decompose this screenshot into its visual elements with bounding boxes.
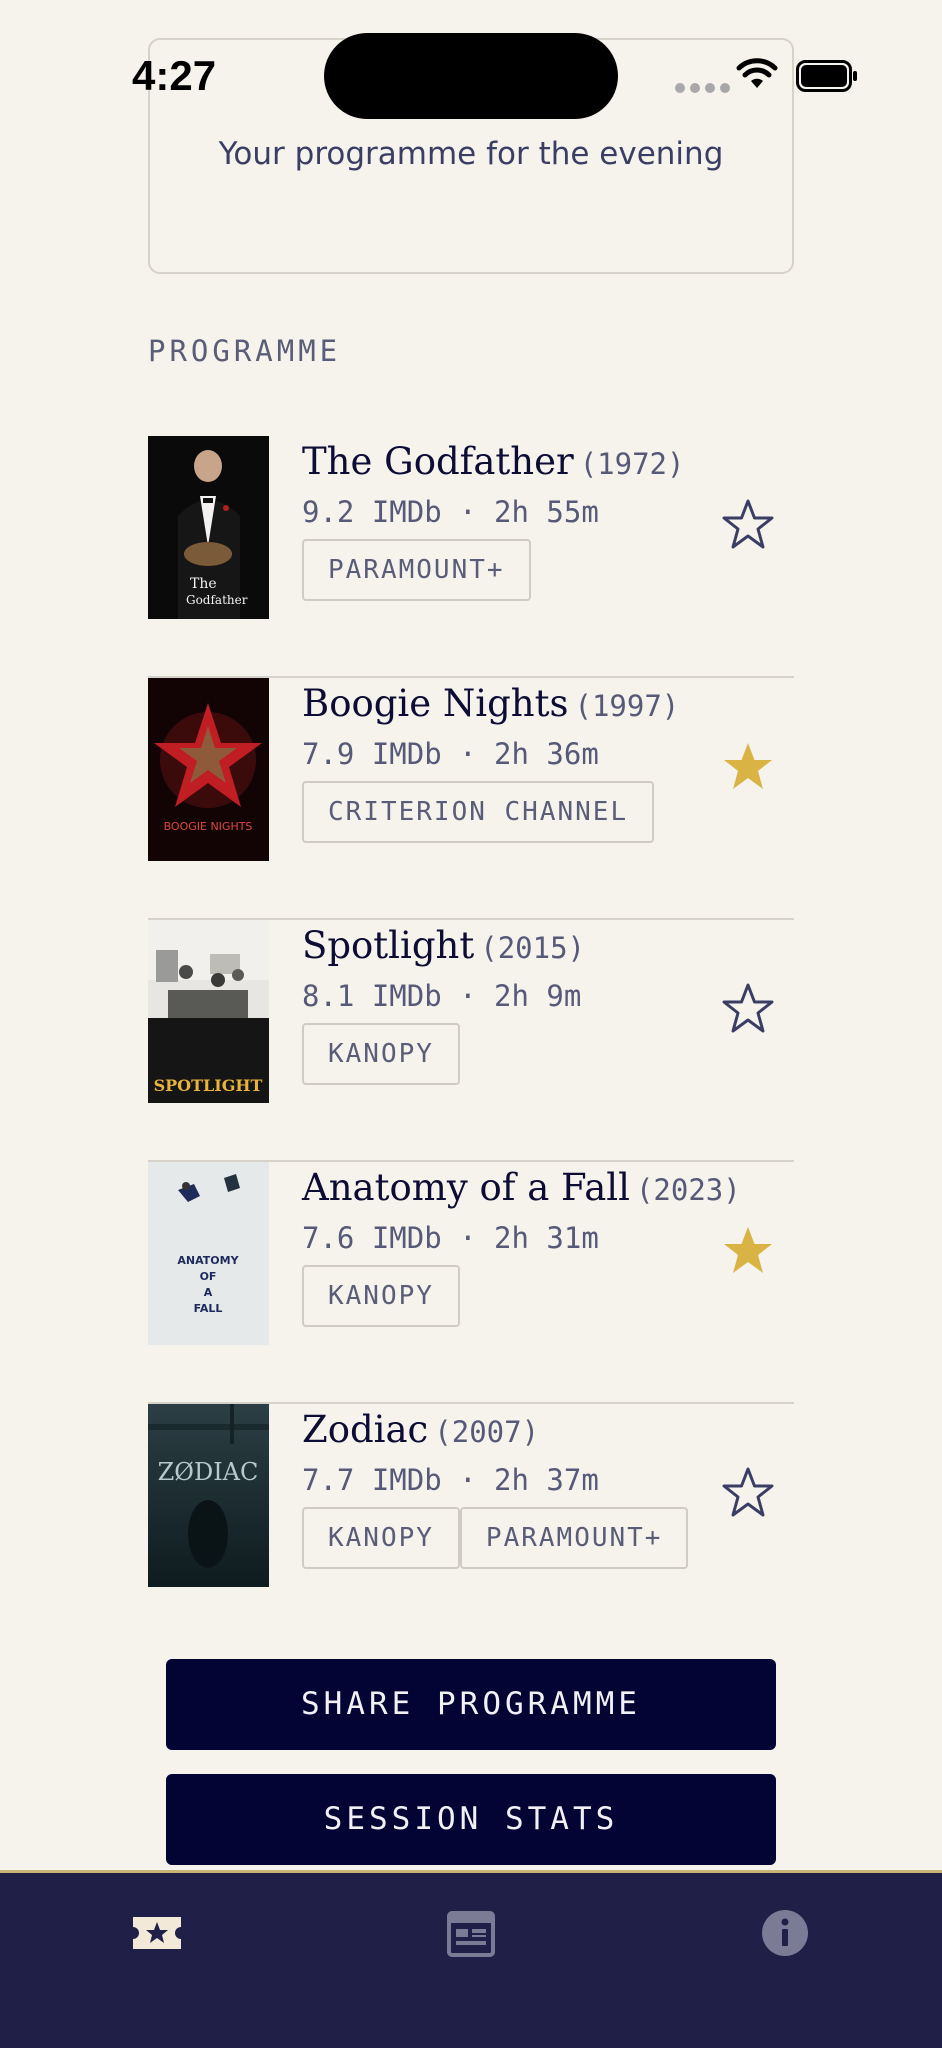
svg-text:ANATOMY: ANATOMY	[177, 1254, 239, 1267]
poster-zodiac: ZØDIAC	[148, 1404, 269, 1587]
header-subtitle: Your programme for the evening	[218, 136, 724, 172]
film-title: Boogie Nights	[302, 682, 569, 725]
film-row[interactable]: ANATOMY OF A FALL Anatomy of a Fall (2023…	[148, 1162, 794, 1404]
film-info: Boogie Nights (1997) 7.9 IMDb · 2h 36m CR…	[302, 682, 679, 843]
section-label: PROGRAMME	[148, 334, 342, 368]
film-info: Spotlight (2015) 8.1 IMDb · 2h 9m KANOPY	[302, 924, 585, 1085]
tab-bar	[0, 1870, 942, 2048]
info-icon[interactable]	[755, 1903, 815, 1963]
wifi-icon	[736, 58, 778, 88]
calendar-icon[interactable]	[441, 1903, 501, 1963]
status-time: 4:27	[132, 52, 217, 99]
star-filled-icon[interactable]	[720, 740, 776, 796]
svg-text:Godfather: Godfather	[186, 593, 248, 607]
film-meta: 9.2 IMDb · 2h 55m	[302, 495, 599, 529]
streaming-tag[interactable]: KANOPY	[302, 1265, 460, 1327]
streaming-tag[interactable]: PARAMOUNT+	[459, 1507, 689, 1569]
film-info: The Godfather (1972) 9.2 IMDb · 2h 55m PA…	[302, 440, 684, 601]
film-meta: 8.1 IMDb · 2h 9m	[302, 979, 582, 1013]
svg-text:FALL: FALL	[194, 1302, 223, 1315]
film-year: (2015)	[480, 931, 585, 965]
film-title: Zodiac	[302, 1408, 429, 1451]
share-programme-button[interactable]: SHARE PROGRAMME	[166, 1659, 776, 1750]
poster-anatomy-of-a-fall: ANATOMY OF A FALL	[148, 1162, 269, 1345]
film-year: (1997)	[574, 689, 680, 723]
streaming-tag[interactable]: KANOPY	[302, 1023, 460, 1085]
film-year: (2023)	[635, 1173, 741, 1207]
svg-text:The: The	[190, 576, 217, 592]
film-meta: 7.9 IMDb · 2h 36m	[302, 737, 599, 771]
status-bar: 4:27	[0, 0, 942, 119]
film-info: Zodiac (2007) 7.7 IMDb · 2h 37m KANOPY PA…	[302, 1408, 689, 1569]
poster-godfather: The Godfather	[148, 436, 269, 619]
streaming-tag[interactable]: KANOPY	[302, 1507, 460, 1569]
cellular-signal-icon	[675, 83, 730, 93]
film-row[interactable]: SPOTLIGHT Spotlight (2015) 8.1 IMDb · 2h …	[148, 920, 794, 1162]
session-stats-button[interactable]: SESSION STATS	[166, 1774, 776, 1865]
svg-text:OF: OF	[200, 1270, 217, 1283]
film-title: Anatomy of a Fall	[302, 1166, 630, 1209]
ticket-star-icon[interactable]	[127, 1903, 187, 1963]
battery-icon	[796, 60, 857, 92]
film-row[interactable]: ZØDIAC Zodiac (2007) 7.7 IMDb · 2h 37m KA…	[148, 1404, 794, 1646]
star-outline-icon[interactable]	[720, 498, 776, 554]
film-year: (1972)	[579, 447, 685, 481]
svg-text:A: A	[204, 1286, 213, 1299]
poster-boogie-nights: BOOGIE NIGHTS	[148, 678, 269, 861]
film-year: (2007)	[434, 1415, 540, 1449]
star-outline-icon[interactable]	[720, 982, 776, 1038]
film-meta: 7.7 IMDb · 2h 37m	[302, 1463, 599, 1497]
svg-text:BOOGIE NIGHTS: BOOGIE NIGHTS	[164, 820, 253, 833]
film-list: The Godfather The Godfather (1972) 9.2 IM…	[148, 436, 794, 1646]
film-row[interactable]: The Godfather The Godfather (1972) 9.2 IM…	[148, 436, 794, 678]
svg-text:SPOTLIGHT: SPOTLIGHT	[154, 1076, 263, 1095]
star-filled-icon[interactable]	[720, 1224, 776, 1280]
streaming-tag[interactable]: CRITERION CHANNEL	[302, 781, 655, 843]
star-outline-icon[interactable]	[720, 1466, 776, 1522]
film-title: Spotlight	[302, 924, 475, 967]
streaming-tag[interactable]: PARAMOUNT+	[302, 539, 531, 601]
film-row[interactable]: BOOGIE NIGHTS Boogie Nights (1997) 7.9 IM…	[148, 678, 794, 920]
dynamic-island	[324, 33, 618, 119]
film-title: The Godfather	[302, 440, 574, 483]
svg-text:ZØDIAC: ZØDIAC	[158, 1458, 259, 1486]
poster-spotlight: SPOTLIGHT	[148, 920, 269, 1103]
film-info: Anatomy of a Fall (2023) 7.6 IMDb · 2h 31…	[302, 1166, 741, 1327]
film-meta: 7.6 IMDb · 2h 31m	[302, 1221, 599, 1255]
